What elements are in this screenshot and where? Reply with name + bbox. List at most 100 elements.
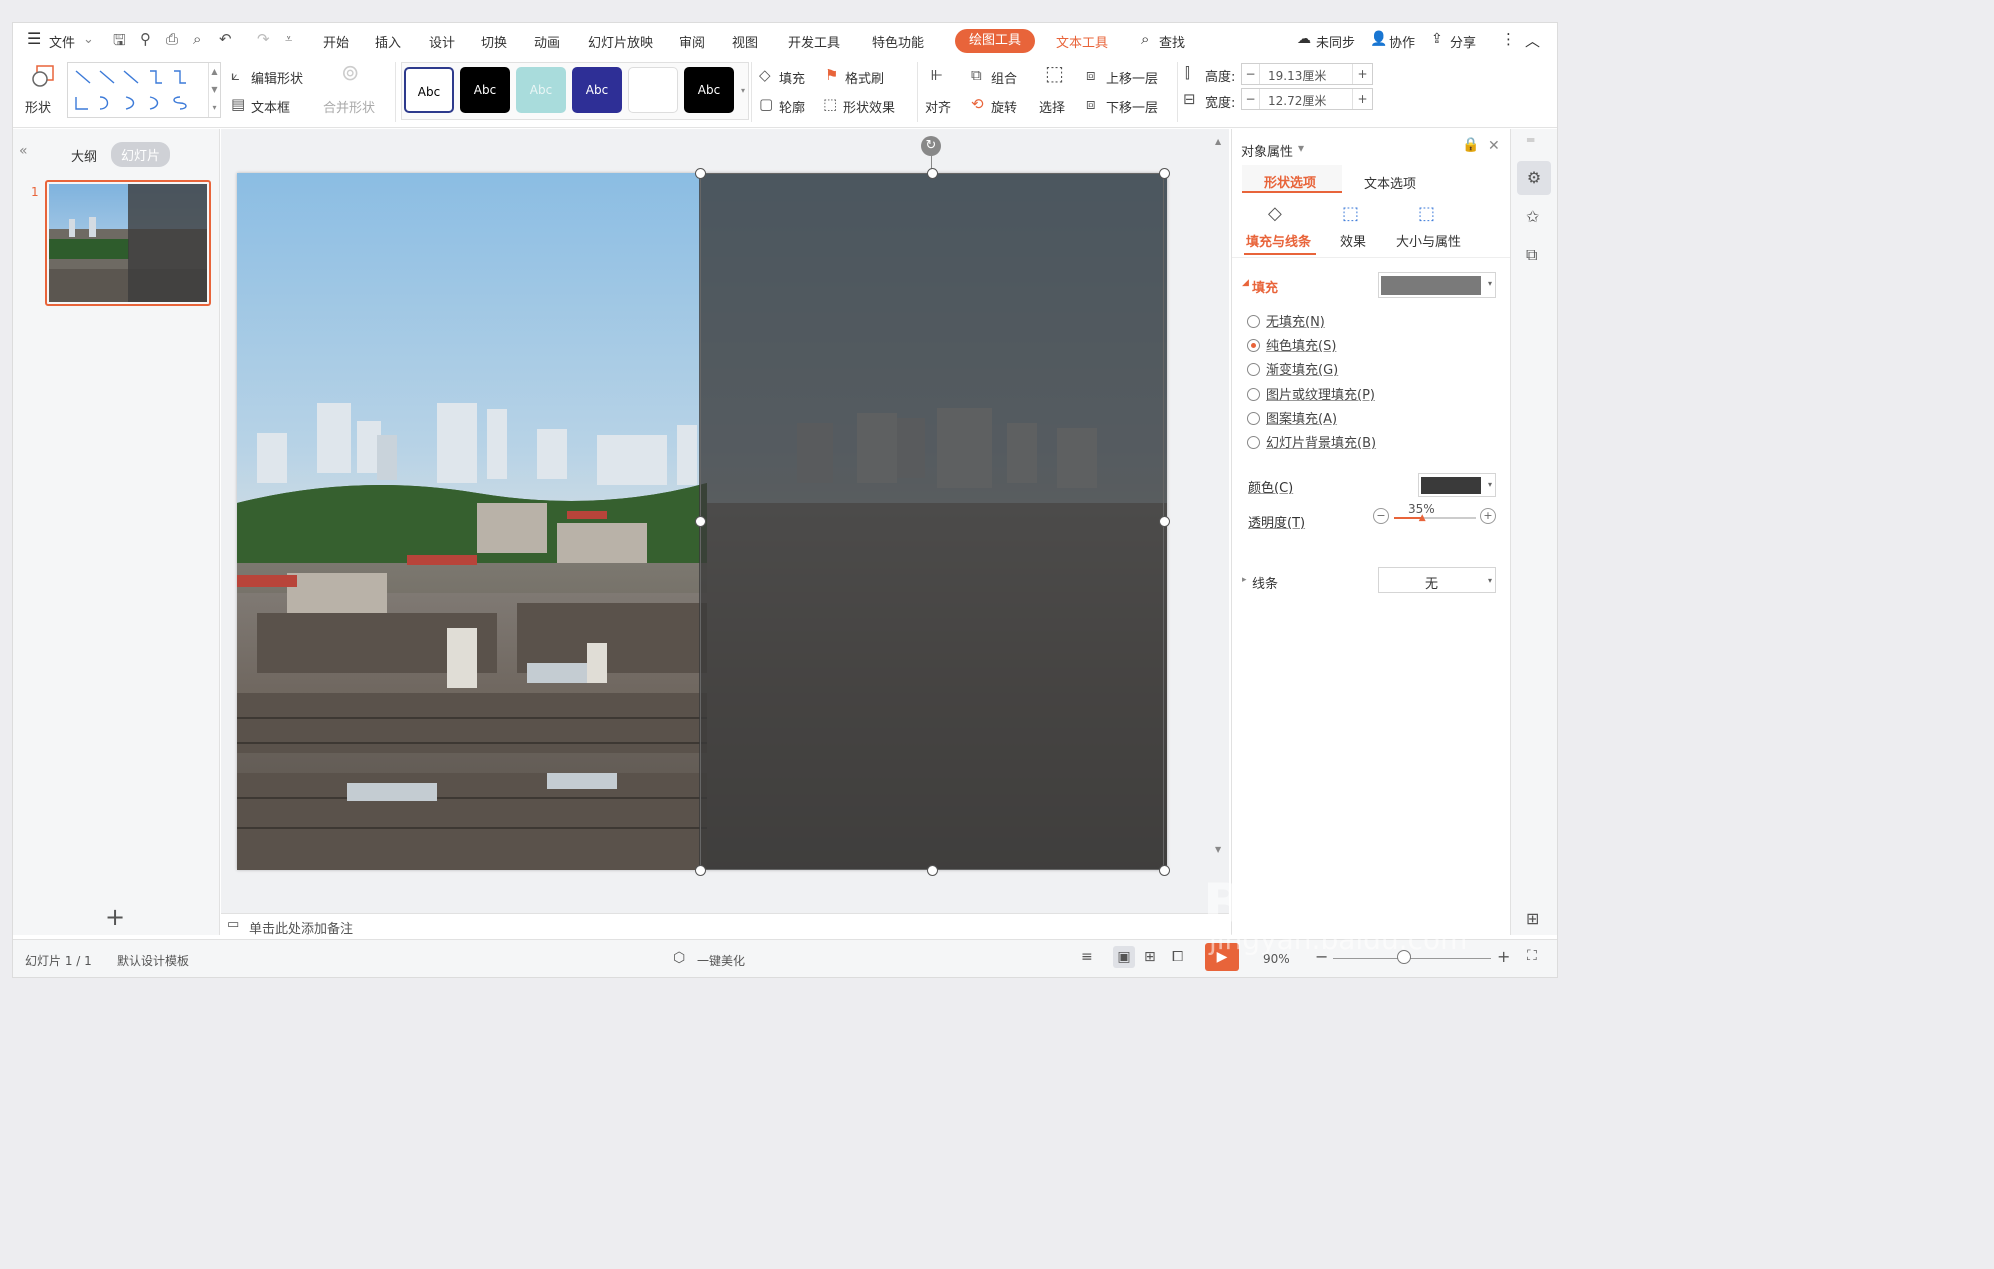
tab-special[interactable]: 特色功能: [872, 32, 924, 51]
select-button[interactable]: 选择: [1039, 97, 1065, 116]
width-value[interactable]: 12.72厘米: [1268, 92, 1326, 109]
tab-animation[interactable]: 动画: [534, 32, 560, 51]
radio-pattern-fill[interactable]: 图案填充(A): [1247, 408, 1337, 427]
height-decrement[interactable]: −: [1242, 64, 1260, 84]
fill-color-dropdown[interactable]: ▾: [1378, 272, 1496, 298]
edit-shape-button[interactable]: 编辑形状: [251, 68, 303, 87]
width-decrement[interactable]: −: [1242, 89, 1260, 109]
transparency-increase-icon[interactable]: +: [1480, 508, 1496, 524]
add-slide-icon[interactable]: +: [105, 903, 125, 931]
zoom-slider[interactable]: [1333, 958, 1491, 959]
style-sample-black[interactable]: Abc: [460, 67, 510, 113]
height-increment[interactable]: +: [1352, 64, 1372, 84]
tab-outline[interactable]: 大纲: [71, 146, 97, 165]
notes-toggle-icon[interactable]: ≡: [1081, 949, 1093, 965]
resize-handle-left[interactable]: [695, 516, 706, 527]
gallery-scroll[interactable]: ▲ ▼ ▾: [208, 63, 220, 117]
shape-button[interactable]: 形状: [25, 97, 51, 116]
sync-status[interactable]: 未同步: [1316, 32, 1355, 51]
resize-handle-bottom-right[interactable]: [1159, 865, 1170, 876]
color-dropdown[interactable]: ▾: [1418, 473, 1496, 497]
zoom-in-icon[interactable]: +: [1497, 947, 1510, 966]
radio-slide-background-fill[interactable]: 幻灯片背景填充(B): [1247, 432, 1376, 451]
merge-shape-button[interactable]: 合并形状: [323, 97, 375, 116]
more-options-icon[interactable]: ⋮: [1501, 30, 1516, 48]
send-backward-button[interactable]: 下移一层: [1106, 97, 1158, 116]
tab-home[interactable]: 开始: [323, 32, 349, 51]
align-button[interactable]: 对齐: [925, 97, 951, 116]
chevron-down-icon[interactable]: ⌄: [83, 32, 94, 47]
format-painter-button[interactable]: 格式刷: [845, 68, 884, 87]
tab-slideshow[interactable]: 幻灯片放映: [588, 32, 653, 51]
transparency-slider[interactable]: ▲: [1394, 513, 1476, 523]
slide-thumbnail-1[interactable]: [45, 180, 211, 306]
radio-no-fill[interactable]: 无填充(N): [1247, 311, 1325, 330]
close-panel-icon[interactable]: ✕: [1488, 138, 1500, 154]
slide-sorter-icon[interactable]: ⊞: [1144, 949, 1156, 965]
tab-shape-options[interactable]: 形状选项: [1242, 165, 1342, 193]
radio-solid-fill[interactable]: 纯色填充(S): [1247, 335, 1336, 354]
bring-forward-button[interactable]: 上移一层: [1106, 68, 1158, 87]
preview-icon[interactable]: ⌕: [193, 30, 201, 48]
radio-gradient-fill[interactable]: 渐变填充(G): [1247, 359, 1338, 378]
line-dropdown[interactable]: 无 ▾: [1378, 567, 1496, 593]
line-section-title[interactable]: 线条: [1252, 573, 1278, 592]
collapse-panel-icon[interactable]: «: [19, 143, 28, 159]
resize-handle-bottom[interactable]: [927, 865, 938, 876]
transition-icon[interactable]: ⧉: [1526, 245, 1537, 265]
rotate-handle-icon[interactable]: ↻: [921, 136, 941, 156]
tab-text-options[interactable]: 文本选项: [1364, 173, 1416, 192]
tab-drawing-tools[interactable]: 绘图工具: [955, 29, 1035, 53]
more-panels-icon[interactable]: ⊞: [1526, 909, 1539, 928]
lock-icon[interactable]: 🔒: [1462, 137, 1479, 153]
shape-gallery[interactable]: ▲ ▼ ▾: [67, 62, 221, 118]
redo-icon[interactable]: ↷: [257, 30, 270, 48]
outline-button[interactable]: 轮廓: [779, 97, 805, 116]
undo-icon[interactable]: ↶: [219, 30, 232, 48]
style-sample-navy[interactable]: Abc: [572, 67, 622, 113]
radio-picture-fill[interactable]: 图片或纹理填充(P): [1247, 384, 1375, 403]
panel-title[interactable]: 对象属性: [1241, 141, 1293, 160]
share-button[interactable]: 分享: [1450, 32, 1476, 51]
resize-handle-top-left[interactable]: [695, 168, 706, 179]
format-brush-icon[interactable]: ⚲: [140, 30, 151, 48]
beautify-button[interactable]: 一键美化: [697, 952, 745, 969]
rotate-button[interactable]: 旋转: [991, 97, 1017, 116]
vertical-scrollbar[interactable]: ▲ ▼: [1215, 137, 1225, 907]
animation-star-icon[interactable]: ✩: [1526, 207, 1539, 226]
properties-settings-icon[interactable]: ⚙: [1517, 161, 1551, 195]
tab-text-tools[interactable]: 文本工具: [1056, 32, 1108, 51]
semi-transparent-overlay-shape[interactable]: [699, 173, 1167, 870]
height-field[interactable]: − 19.13厘米 +: [1241, 63, 1373, 85]
subtab-effect[interactable]: 效果: [1340, 231, 1366, 250]
fill-button[interactable]: 填充: [779, 68, 805, 87]
width-increment[interactable]: +: [1352, 89, 1372, 109]
resize-handle-top-right[interactable]: [1159, 168, 1170, 179]
fill-section-title[interactable]: 填充: [1252, 277, 1278, 296]
style-sample-black-2[interactable]: Abc: [684, 67, 734, 113]
template-name[interactable]: 默认设计模板: [117, 952, 189, 969]
panel-title-dropdown-icon[interactable]: ▾: [1298, 141, 1304, 155]
subtab-fill-line[interactable]: 填充与线条: [1246, 231, 1311, 250]
notes-placeholder[interactable]: 单击此处添加备注: [249, 918, 353, 937]
search-icon[interactable]: ⌕: [1141, 30, 1149, 48]
search-button[interactable]: 查找: [1159, 32, 1185, 51]
text-box-button[interactable]: 文本框: [251, 97, 290, 116]
collapse-ribbon-icon[interactable]: ︿: [1525, 30, 1540, 51]
height-value[interactable]: 19.13厘米: [1268, 67, 1326, 84]
resize-handle-bottom-left[interactable]: [695, 865, 706, 876]
shape-effect-button[interactable]: 形状效果: [843, 97, 895, 116]
print-icon[interactable]: ⎙: [166, 30, 178, 48]
style-sample-teal[interactable]: Abc: [516, 67, 566, 113]
save-icon[interactable]: 🖫: [113, 30, 126, 55]
style-sample-outline[interactable]: Abc: [404, 67, 454, 113]
tab-slides[interactable]: 幻灯片: [111, 142, 171, 167]
customize-icon[interactable]: ⩡: [285, 32, 292, 47]
tab-review[interactable]: 审阅: [679, 32, 705, 51]
transparency-slider-thumb[interactable]: ▲: [1419, 513, 1426, 523]
fill-section-chevron-icon[interactable]: ◢: [1242, 278, 1249, 288]
shape-icon[interactable]: [31, 64, 57, 88]
tab-view[interactable]: 视图: [732, 32, 758, 51]
hamburger-icon[interactable]: ☰: [27, 29, 41, 48]
width-field[interactable]: − 12.72厘米 +: [1241, 88, 1373, 110]
